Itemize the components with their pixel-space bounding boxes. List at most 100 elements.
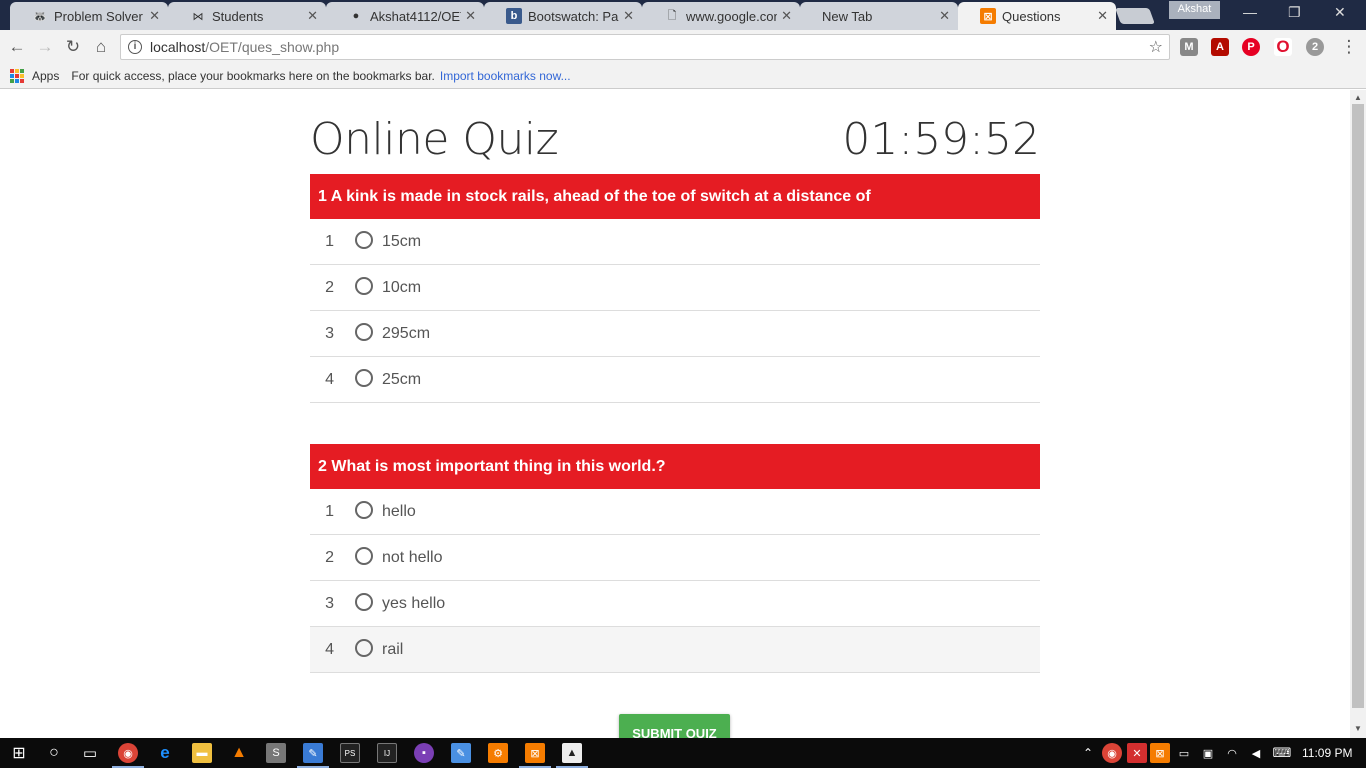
browser-tab-3[interactable]: ● Akshat4112/OET: V ✕ <box>326 2 484 30</box>
answer-option[interactable]: 4 rail <box>310 627 1040 673</box>
intellij-icon[interactable]: IJ <box>377 743 397 763</box>
scrollbar-thumb[interactable] <box>1352 104 1364 708</box>
restore-icon[interactable]: ❐ <box>1288 4 1301 21</box>
extension-badge-icon[interactable]: 2 <box>1306 38 1324 56</box>
question-heading: 2 What is most important thing in this w… <box>310 444 1040 489</box>
radio-button[interactable] <box>355 546 373 565</box>
xampp-control-icon[interactable]: ⚙ <box>488 743 508 763</box>
close-tab-icon[interactable]: ✕ <box>465 8 476 24</box>
info-icon[interactable]: i <box>128 40 142 54</box>
wifi-icon[interactable]: ◠ <box>1222 743 1242 763</box>
browser-tab-6[interactable]: New Tab ✕ <box>800 2 958 30</box>
submit-quiz-button[interactable]: SUBMIT QUIZ <box>619 714 730 738</box>
radio-button[interactable] <box>355 230 373 249</box>
paint-icon[interactable]: ✎ <box>451 743 471 763</box>
vlc-icon[interactable]: ▲ <box>229 743 249 763</box>
acrobat-extension-icon[interactable]: A <box>1211 38 1229 56</box>
radio-button[interactable] <box>355 368 373 387</box>
browser-toolbar: ← → ↻ ⌂ i localhost/OET/ques_show.php ☆ … <box>0 30 1366 64</box>
radio-button[interactable] <box>355 592 373 611</box>
option-label: 295cm <box>382 324 431 342</box>
scroll-down-arrow-icon[interactable]: ▼ <box>1354 724 1362 733</box>
page-title: Online Quiz <box>310 114 559 165</box>
radio-button[interactable] <box>355 322 373 341</box>
xampp-tray-icon[interactable]: ⊠ <box>1150 743 1170 763</box>
question-block-2: 2 What is most important thing in this w… <box>310 444 1040 673</box>
answer-option[interactable]: 4 25cm <box>310 357 1040 403</box>
media-app-icon[interactable]: ▪ <box>414 743 434 763</box>
new-tab-button[interactable] <box>1115 8 1155 24</box>
keyboard-icon[interactable]: ⌨ <box>1272 743 1292 763</box>
phpstorm-icon[interactable]: PS <box>340 743 360 763</box>
menu-kebab-icon[interactable]: ⋮ <box>1338 36 1360 58</box>
browser-tab-2[interactable]: ⋈ Students ✕ <box>168 2 326 30</box>
profile-button[interactable]: Akshat <box>1169 1 1220 19</box>
answer-option[interactable]: 2 not hello <box>310 535 1040 581</box>
forward-icon[interactable]: → <box>34 36 56 58</box>
question-block-1: 1 A kink is made in stock rails, ahead o… <box>310 174 1040 403</box>
radio-button[interactable] <box>355 276 373 295</box>
tab-title: New Tab <box>822 8 873 24</box>
answer-option[interactable]: 2 10cm <box>310 265 1040 311</box>
opera-extension-icon[interactable]: O <box>1274 37 1292 56</box>
close-tab-icon[interactable]: ✕ <box>307 8 318 24</box>
answer-option[interactable]: 1 hello <box>310 489 1040 535</box>
option-number: 4 <box>325 370 334 388</box>
antivirus-tray-icon[interactable]: ✕ <box>1127 743 1147 763</box>
xampp-taskbar-icon[interactable]: ⊠ <box>519 743 551 768</box>
raccoon-icon: 🦝 <box>33 10 47 23</box>
option-label: yes hello <box>382 594 446 612</box>
apps-shortcut[interactable]: Apps <box>32 69 59 83</box>
photos-icon[interactable]: ▲ <box>556 743 588 768</box>
reload-icon[interactable]: ↻ <box>62 36 84 58</box>
browser-tab-5[interactable]: 🗋 www.google.com ✕ <box>642 2 800 30</box>
browser-tab-1[interactable]: 🦝 Problem Solver - C ✕ <box>10 2 168 30</box>
option-number: 2 <box>325 548 334 566</box>
scroll-up-arrow-icon[interactable]: ▲ <box>1354 93 1362 102</box>
close-tab-icon[interactable]: ✕ <box>149 8 160 24</box>
close-tab-icon[interactable]: ✕ <box>623 8 634 24</box>
browser-tab-4[interactable]: b Bootswatch: Pape ✕ <box>484 2 642 30</box>
tab-title: Akshat4112/OET: V <box>370 8 462 24</box>
radio-button[interactable] <box>355 500 373 519</box>
page-icon: 🗋 <box>667 9 677 22</box>
answer-option[interactable]: 3 yes hello <box>310 581 1040 627</box>
close-tab-icon[interactable]: ✕ <box>1097 8 1108 24</box>
network-device-icon[interactable]: ▣ <box>1198 743 1218 763</box>
bookmarks-bar: Apps For quick access, place your bookma… <box>0 64 1366 89</box>
cortana-icon[interactable]: ○ <box>44 743 64 763</box>
home-icon[interactable]: ⌂ <box>90 36 112 58</box>
minimize-icon[interactable]: — <box>1243 4 1257 20</box>
windows-start-icon[interactable]: ⊞ <box>9 743 29 763</box>
close-tab-icon[interactable]: ✕ <box>781 8 792 24</box>
battery-icon[interactable]: ▭ <box>1174 743 1194 763</box>
option-label: 10cm <box>382 278 422 296</box>
answer-option[interactable]: 3 295cm <box>310 311 1040 357</box>
import-bookmarks-link[interactable]: Import bookmarks now... <box>440 69 571 83</box>
browser-tab-7-active[interactable]: ⊠ Questions ✕ <box>958 2 1116 30</box>
task-view-icon[interactable]: ▭ <box>80 743 100 763</box>
app-icon[interactable]: S <box>266 743 286 763</box>
gmail-extension-icon[interactable]: M <box>1180 38 1198 56</box>
page-scrollbar[interactable]: ▲ ▼ <box>1350 90 1366 738</box>
chrome-tray-icon[interactable]: ◉ <box>1102 743 1122 763</box>
edge-icon[interactable]: e <box>155 743 175 763</box>
chrome-taskbar-icon[interactable]: ◉ <box>112 743 144 768</box>
close-tab-icon[interactable]: ✕ <box>939 8 950 24</box>
bookmark-star-icon[interactable]: ☆ <box>1149 37 1163 57</box>
taskbar-clock[interactable]: 11:09 PM <box>1302 746 1352 760</box>
bootswatch-icon: b <box>506 8 522 24</box>
question-heading: 1 A kink is made in stock rails, ahead o… <box>310 174 1040 219</box>
pinterest-extension-icon[interactable]: P <box>1242 38 1260 56</box>
close-window-icon[interactable]: ✕ <box>1334 4 1346 21</box>
volume-icon[interactable]: ◀ <box>1246 743 1266 763</box>
address-bar[interactable]: i localhost/OET/ques_show.php ☆ <box>120 34 1170 60</box>
file-explorer-icon[interactable]: ▬ <box>192 743 212 763</box>
apps-grid-icon[interactable] <box>10 69 24 83</box>
back-icon[interactable]: ← <box>6 36 28 58</box>
show-hidden-icons-chevron-icon[interactable]: ⌃ <box>1078 743 1098 763</box>
notepad-icon[interactable]: ✎ <box>297 743 329 768</box>
radio-button[interactable] <box>355 638 373 657</box>
answer-option[interactable]: 1 15cm <box>310 219 1040 265</box>
bookmarks-message: For quick access, place your bookmarks h… <box>71 69 435 83</box>
